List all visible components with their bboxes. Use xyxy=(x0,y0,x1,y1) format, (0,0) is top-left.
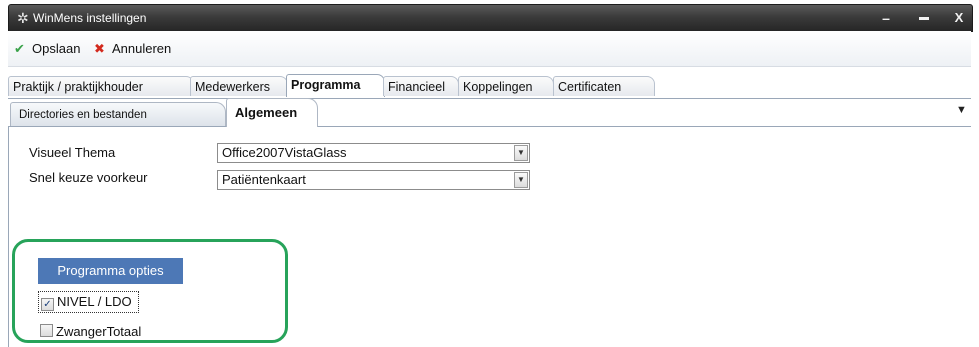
gear-icon: ✲ xyxy=(17,10,29,26)
nivel-ldo-checkbox[interactable]: ✓ NIVEL / LDO xyxy=(38,291,139,313)
subtab-algemeen[interactable]: Algemeen xyxy=(226,98,318,127)
quick-choice-label: Snel keuze voorkeur xyxy=(29,170,148,185)
tab-programma[interactable]: Programma xyxy=(286,74,385,97)
save-button[interactable]: ✔ Opslaan xyxy=(14,39,80,59)
checkmark-icon: ✔ xyxy=(14,41,25,56)
cancel-label: Annuleren xyxy=(112,41,172,56)
chevron-down-icon[interactable]: ▼ xyxy=(514,172,528,188)
nivel-ldo-label: NIVEL / LDO xyxy=(57,294,132,309)
minimize-button[interactable]: – xyxy=(871,5,901,31)
main-tabs: Praktijk / praktijkhouder Medewerkers Pr… xyxy=(8,74,971,99)
maximize-button[interactable]: ▬ xyxy=(909,5,939,31)
program-options-header: Programma opties xyxy=(38,258,183,284)
sub-tabs: Directories en bestanden Algemeen ▼ xyxy=(8,98,971,127)
window-title: WinMens instellingen xyxy=(33,11,147,25)
checkbox-checked-icon[interactable]: ✓ xyxy=(41,298,54,311)
red-x-icon: ✖ xyxy=(94,41,105,56)
tab-certificaten[interactable]: Certificaten xyxy=(553,76,655,96)
quick-choice-select[interactable]: Patiëntenkaart ▼ xyxy=(217,170,530,190)
checkbox-unchecked-icon[interactable] xyxy=(40,324,53,337)
theme-select[interactable]: Office2007VistaGlass ▼ xyxy=(217,143,530,163)
zwangertotaal-checkbox[interactable]: ZwangerTotaal xyxy=(40,322,141,342)
theme-label: Visueel Thema xyxy=(29,145,116,160)
tab-financieel[interactable]: Financieel xyxy=(383,76,459,96)
quick-choice-select-value: Patiëntenkaart xyxy=(222,172,306,187)
subtab-directories[interactable]: Directories en bestanden xyxy=(10,102,226,126)
tab-koppelingen[interactable]: Koppelingen xyxy=(458,76,554,96)
zwangertotaal-label: ZwangerTotaal xyxy=(56,324,142,339)
save-label: Opslaan xyxy=(32,41,81,56)
close-button[interactable]: X xyxy=(944,5,974,31)
theme-select-value: Office2007VistaGlass xyxy=(222,145,347,160)
cancel-button[interactable]: ✖ Annuleren xyxy=(94,39,171,59)
toolbar: ✔ Opslaan ✖ Annuleren xyxy=(8,31,971,67)
tab-medewerkers[interactable]: Medewerkers xyxy=(190,76,288,96)
chevron-down-icon[interactable]: ▼ xyxy=(956,104,967,116)
chevron-down-icon[interactable]: ▼ xyxy=(514,145,528,161)
tab-praktijk[interactable]: Praktijk / praktijkhouder xyxy=(8,76,194,96)
title-bar[interactable]: ✲ WinMens instellingen – ▬ X xyxy=(8,4,973,32)
